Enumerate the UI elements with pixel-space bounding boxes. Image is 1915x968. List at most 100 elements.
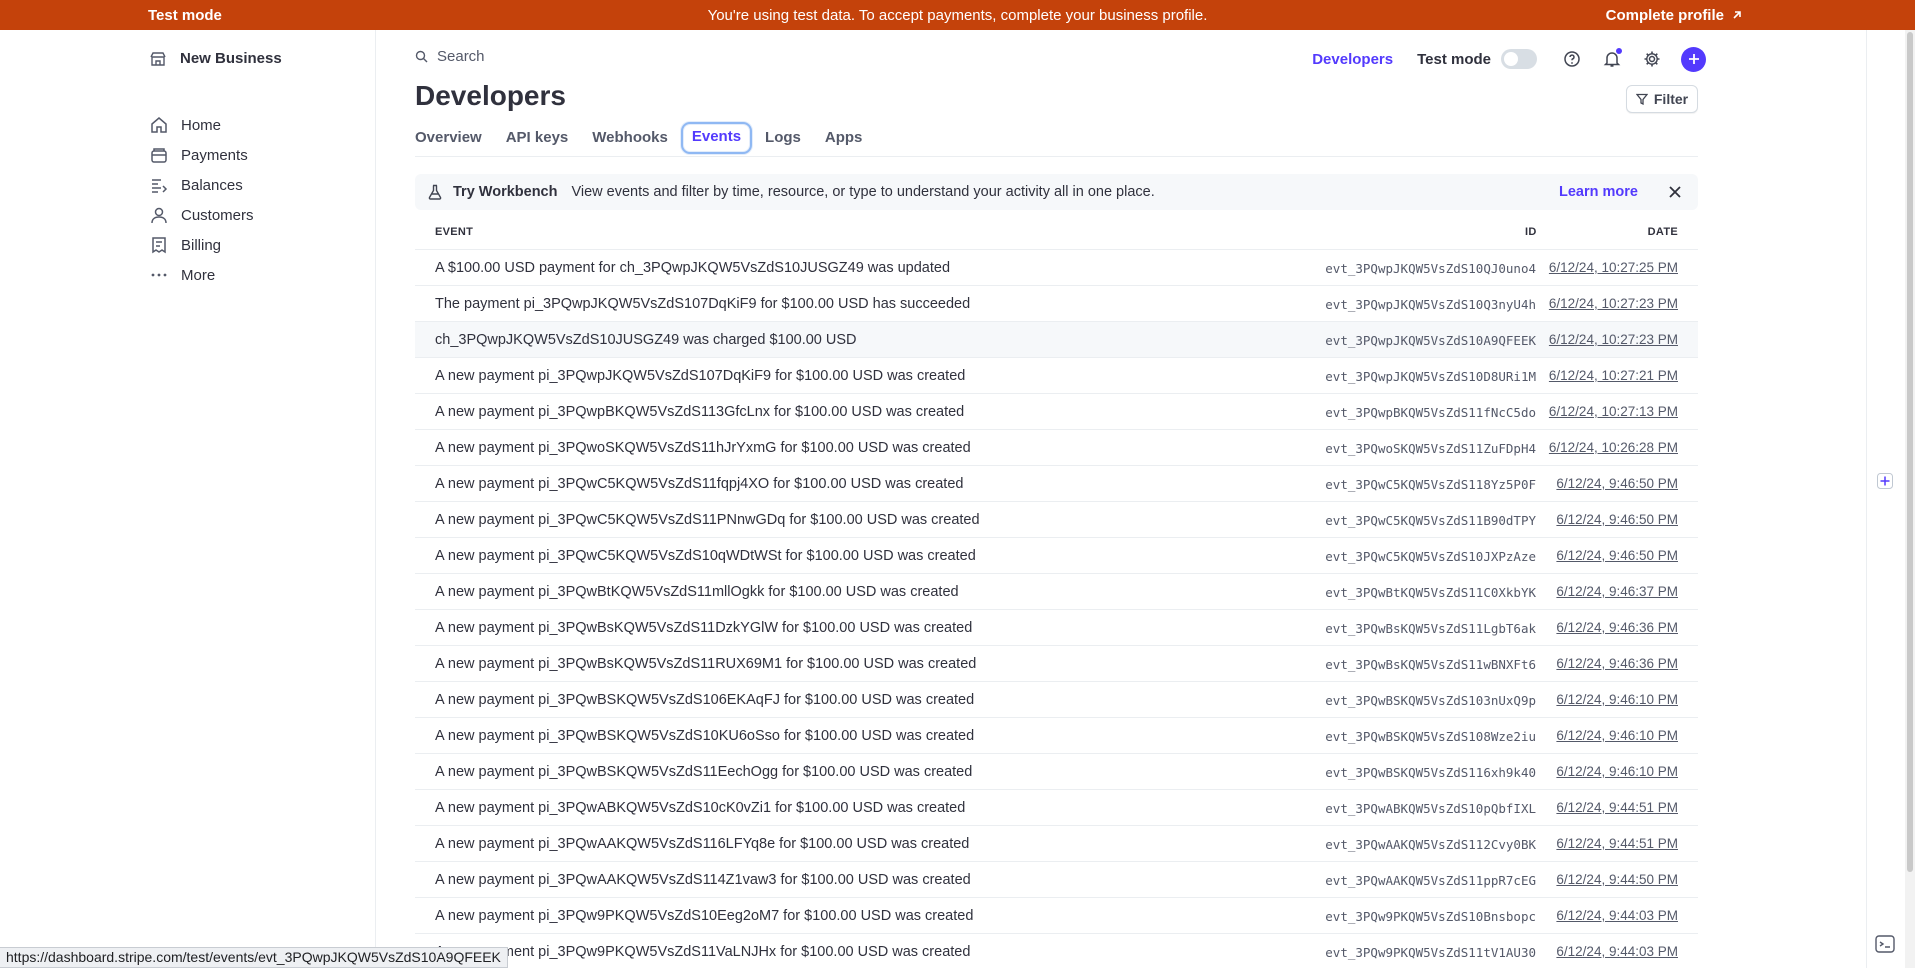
table-row[interactable]: ch_3PQwpJKQW5VsZdS10JUSGZ49 was charged … <box>415 322 1698 358</box>
column-header-event: EVENT <box>435 226 474 238</box>
workbench-notice: Try Workbench View events and filter by … <box>415 174 1698 210</box>
close-icon[interactable] <box>1666 183 1684 201</box>
sidebar-item-payments[interactable]: Payments <box>150 140 254 170</box>
event-id: evt_3PQwpJKQW5VsZdS10Q3nyU4h <box>1325 297 1536 312</box>
help-button[interactable] <box>1561 48 1583 70</box>
table-row[interactable]: A new payment pi_3PQwABKQW5VsZdS10cK0vZi… <box>415 790 1698 826</box>
table-row[interactable]: A new payment pi_3PQwpJKQW5VsZdS107DqKiF… <box>415 358 1698 394</box>
sidebar-item-billing[interactable]: Billing <box>150 230 254 260</box>
event-date-link[interactable]: 6/12/24, 9:46:10 PM <box>1556 692 1678 707</box>
sidebar-nav: Home Payments Balances Customers Billing… <box>150 110 254 290</box>
customers-icon <box>151 207 167 224</box>
sidebar-item-balances[interactable]: Balances <box>150 170 254 200</box>
sidebar-item-label: More <box>181 266 216 284</box>
table-row[interactable]: A new payment pi_3PQwAAKQW5VsZdS114Z1vaw… <box>415 862 1698 898</box>
tab-logs[interactable]: Logs <box>765 125 801 151</box>
learn-more-link[interactable]: Learn more <box>1559 184 1638 200</box>
sidebar-item-label: Home <box>181 116 222 134</box>
event-date-link[interactable]: 6/12/24, 10:27:23 PM <box>1549 332 1678 347</box>
table-row[interactable]: A new payment pi_3PQwBsKQW5VsZdS11RUX69M… <box>415 646 1698 682</box>
add-panel-button[interactable] <box>1874 470 1896 492</box>
developers-link[interactable]: Developers <box>1312 51 1393 68</box>
table-row[interactable]: A $100.00 USD payment for ch_3PQwpJKQW5V… <box>415 250 1698 286</box>
table-row[interactable]: A new payment pi_3PQwoSKQW5VsZdS11hJrYxm… <box>415 430 1698 466</box>
event-date-link[interactable]: 6/12/24, 9:44:50 PM <box>1556 872 1678 887</box>
tab-webhooks[interactable]: Webhooks <box>592 125 668 151</box>
event-date-link[interactable]: 6/12/24, 9:46:10 PM <box>1556 728 1678 743</box>
event-date-link[interactable]: 6/12/24, 10:27:21 PM <box>1549 368 1678 383</box>
event-id: evt_3PQwBSKQW5VsZdS108Wze2iu <box>1325 729 1536 744</box>
event-date-link[interactable]: 6/12/24, 9:44:03 PM <box>1556 944 1678 959</box>
table-row[interactable]: A new payment pi_3PQwAAKQW5VsZdS116LFYq8… <box>415 826 1698 862</box>
table-row[interactable]: A new payment pi_3PQwBSKQW5VsZdS11EechOg… <box>415 754 1698 790</box>
table-row[interactable]: A new payment pi_3PQw9PKQW5VsZdS11VaLNJH… <box>415 934 1698 968</box>
event-date-link[interactable]: 6/12/24, 9:46:37 PM <box>1556 584 1678 599</box>
filter-button[interactable]: Filter <box>1626 85 1698 113</box>
event-id: evt_3PQwoSKQW5VsZdS11ZuFDpH4 <box>1325 441 1536 456</box>
event-date-link[interactable]: 6/12/24, 9:46:10 PM <box>1556 764 1678 779</box>
event-date-link[interactable]: 6/12/24, 9:46:50 PM <box>1556 476 1678 491</box>
complete-profile-link[interactable]: Complete profile <box>1606 7 1743 24</box>
sidebar-item-label: Balances <box>181 176 243 194</box>
event-description: The payment pi_3PQwpJKQW5VsZdS107DqKiF9 … <box>435 296 971 312</box>
event-date-link[interactable]: 6/12/24, 9:46:36 PM <box>1556 620 1678 635</box>
table-row[interactable]: A new payment pi_3PQwBSKQW5VsZdS106EKAqF… <box>415 682 1698 718</box>
sidebar-item-customers[interactable]: Customers <box>150 200 254 230</box>
events-table: EVENT ID DATE A $100.00 USD payment for … <box>415 220 1698 968</box>
table-row[interactable]: A new payment pi_3PQwC5KQW5VsZdS10qWDtWS… <box>415 538 1698 574</box>
terminal-icon[interactable] <box>1875 935 1895 953</box>
event-description: A new payment pi_3PQwBSKQW5VsZdS106EKAqF… <box>435 692 975 708</box>
table-row[interactable]: A new payment pi_3PQwBSKQW5VsZdS10KU6oSs… <box>415 718 1698 754</box>
event-date-link[interactable]: 6/12/24, 10:26:28 PM <box>1549 440 1678 455</box>
event-description: A $100.00 USD payment for ch_3PQwpJKQW5V… <box>435 260 951 276</box>
event-date-link[interactable]: 6/12/24, 9:46:50 PM <box>1556 548 1678 563</box>
event-id: evt_3PQwpBKQW5VsZdS11fNcC5do <box>1325 405 1536 420</box>
table-row[interactable]: A new payment pi_3PQw9PKQW5VsZdS10Eeg2oM… <box>415 898 1698 934</box>
developer-tabs: Overview API keys Webhooks Events Logs A… <box>415 122 1698 157</box>
plus-icon <box>1877 473 1893 489</box>
event-date-link[interactable]: 6/12/24, 10:27:23 PM <box>1549 296 1678 311</box>
tab-api-keys[interactable]: API keys <box>506 125 569 151</box>
settings-button[interactable] <box>1641 48 1663 70</box>
event-date-link[interactable]: 6/12/24, 10:27:13 PM <box>1549 404 1678 419</box>
table-row[interactable]: A new payment pi_3PQwC5KQW5VsZdS11fqpj4X… <box>415 466 1698 502</box>
test-mode-label: Test mode <box>148 6 222 24</box>
table-row[interactable]: A new payment pi_3PQwBtKQW5VsZdS11mllOgk… <box>415 574 1698 610</box>
event-description: ch_3PQwpJKQW5VsZdS10JUSGZ49 was charged … <box>435 332 857 348</box>
event-description: A new payment pi_3PQwAAKQW5VsZdS116LFYq8… <box>435 836 970 852</box>
event-date-link[interactable]: 6/12/24, 9:44:51 PM <box>1556 836 1678 851</box>
table-row[interactable]: A new payment pi_3PQwpBKQW5VsZdS113GfcLn… <box>415 394 1698 430</box>
sidebar-item-more[interactable]: More <box>150 260 254 290</box>
tab-apps[interactable]: Apps <box>825 125 863 151</box>
notifications-button[interactable] <box>1601 48 1623 70</box>
event-date-link[interactable]: 6/12/24, 10:27:25 PM <box>1549 260 1678 275</box>
right-rail-divider <box>1866 30 1867 968</box>
event-description: A new payment pi_3PQwpJKQW5VsZdS107DqKiF… <box>435 368 966 384</box>
event-date-link[interactable]: 6/12/24, 9:44:03 PM <box>1556 908 1678 923</box>
sidebar-item-home[interactable]: Home <box>150 110 254 140</box>
search-icon <box>415 50 428 63</box>
event-description: A new payment pi_3PQwABKQW5VsZdS10cK0vZi… <box>435 800 966 816</box>
event-description: A new payment pi_3PQwBSKQW5VsZdS10KU6oSs… <box>435 728 975 744</box>
complete-profile-label: Complete profile <box>1605 6 1724 24</box>
tab-events[interactable]: Events <box>680 122 753 154</box>
arrow-up-right-icon <box>1733 11 1741 19</box>
event-id: evt_3PQwBSKQW5VsZdS116xh9k40 <box>1325 765 1536 780</box>
create-button[interactable] <box>1681 46 1706 72</box>
page-scrollbar[interactable] <box>1905 30 1915 968</box>
tab-overview[interactable]: Overview <box>415 125 482 151</box>
event-id: evt_3PQwpJKQW5VsZdS10QJ0uno4 <box>1325 261 1536 276</box>
table-row[interactable]: The payment pi_3PQwpJKQW5VsZdS107DqKiF9 … <box>415 286 1698 322</box>
event-date-link[interactable]: 6/12/24, 9:44:51 PM <box>1556 800 1678 815</box>
search-input[interactable]: Search <box>415 48 935 65</box>
test-mode-toggle[interactable] <box>1501 49 1537 69</box>
scrollbar-thumb[interactable] <box>1907 32 1913 872</box>
table-row[interactable]: A new payment pi_3PQwC5KQW5VsZdS11PNnwGD… <box>415 502 1698 538</box>
business-switcher[interactable]: New Business <box>150 50 282 67</box>
business-name: New Business <box>180 50 282 67</box>
event-date-link[interactable]: 6/12/24, 9:46:50 PM <box>1556 512 1678 527</box>
search-placeholder: Search <box>437 48 485 65</box>
table-row[interactable]: A new payment pi_3PQwBsKQW5VsZdS11DzkYGl… <box>415 610 1698 646</box>
event-date-link[interactable]: 6/12/24, 9:46:36 PM <box>1556 656 1678 671</box>
event-id: evt_3PQwBsKQW5VsZdS11wBNXFt6 <box>1325 657 1536 672</box>
